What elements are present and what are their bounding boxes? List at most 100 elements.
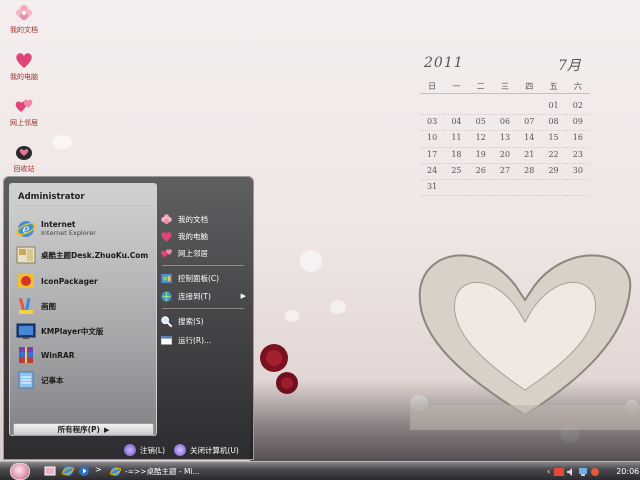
search-label: 搜索(S) [178, 316, 204, 326]
control-panel-item[interactable]: 控制面板(C) [160, 270, 248, 286]
quicklaunch-overflow-button[interactable]: > [95, 465, 102, 474]
place-my-documents[interactable]: 我的文档 [160, 211, 248, 227]
calendar-day [420, 99, 445, 116]
program-internet-explorer[interactable]: e Internet Internet Explorer [16, 217, 154, 241]
program-notepad[interactable]: 记事本 [16, 368, 154, 392]
calendar-day: 23 [565, 148, 590, 164]
iconpackager-icon [18, 274, 34, 288]
taskbar-task-button[interactable]: -=>>桌酷主题 - Mi... [110, 464, 210, 479]
calendar-day: 03 [420, 115, 445, 132]
calendar-day: 09 [565, 115, 590, 132]
input-method-icon[interactable] [554, 467, 565, 477]
network-icon[interactable] [578, 467, 588, 477]
security-icon[interactable] [590, 467, 600, 477]
start-button[interactable] [10, 463, 30, 480]
user-name: Administrator [18, 192, 85, 202]
pink-heart-icon [16, 53, 32, 68]
calendar-day [517, 180, 542, 197]
pink-flower-icon [16, 5, 32, 20]
desktop-icon-label: 我的电脑 [10, 73, 38, 81]
calendar-day [492, 180, 518, 197]
calendar-day: 10 [420, 131, 445, 148]
all-programs-label: 所有程序(P) [57, 425, 100, 434]
desktop-icon-label: 网上邻居 [10, 119, 38, 127]
calendar-week-row: 10 11 12 13 14 15 16 [420, 131, 590, 148]
connect-to-item[interactable]: 连接到(T) ▶ [160, 288, 248, 304]
calendar-day: 13 [492, 131, 518, 148]
desktop-icon-label: 我的文档 [10, 26, 38, 34]
weekday: 一 [452, 82, 461, 91]
all-programs-button[interactable]: 所有程序(P) ▶ [13, 423, 154, 436]
desktop-icon-network[interactable]: 网上邻居 [0, 96, 48, 128]
program-paint[interactable]: 画图 [16, 294, 154, 318]
calendar-day [444, 180, 469, 197]
start-menu: Administrator e Internet Internet Explor… [3, 176, 254, 460]
program-winrar[interactable]: WinRAR [16, 343, 154, 367]
place-my-computer[interactable]: 我的电脑 [160, 228, 248, 244]
calendar-day: 22 [541, 148, 566, 164]
pink-flower-icon [161, 213, 172, 224]
calendar-day [468, 180, 493, 197]
kmplayer-icon [16, 323, 36, 339]
internet-explorer-icon[interactable] [62, 465, 74, 477]
shutdown-button[interactable]: 关闭计算机(U) [174, 444, 239, 456]
calendar-day: 20 [492, 148, 518, 164]
desktop-icon-label: 回收站 [13, 165, 35, 173]
logoff-label: 注销(L) [140, 445, 166, 455]
calendar-day: 06 [492, 115, 518, 132]
program-name: 记事本 [41, 375, 64, 385]
calendar-day: 21 [517, 148, 542, 164]
start-menu-footer: 注销(L) 关闭计算机(U) [4, 439, 253, 459]
calendar-day [444, 99, 469, 116]
media-player-icon[interactable] [78, 465, 90, 477]
heart-book-image [410, 254, 640, 430]
rose-image [260, 344, 298, 394]
calendar-day [468, 99, 493, 116]
logoff-button[interactable]: 注销(L) [124, 444, 165, 456]
heart-bin-icon [16, 146, 32, 160]
calendar-day: 30 [565, 164, 590, 180]
program-zhuoku[interactable]: 桌酷主题Desk.ZhuoKu.Com [16, 243, 154, 267]
calendar-day: 27 [492, 164, 518, 180]
weekday: 五 [549, 82, 558, 91]
calendar-weekdays: 日 一 二 三 四 五 六 [420, 81, 590, 92]
place-label: 我的电脑 [178, 231, 208, 241]
chevron-right-icon: ▶ [240, 292, 246, 300]
pink-hearts-icon [161, 248, 172, 257]
place-network[interactable]: 网上邻居 [160, 245, 248, 261]
calendar-day: 07 [517, 115, 542, 132]
run-label: 运行(R)... [178, 335, 212, 345]
search-item[interactable]: 搜索(S) [160, 313, 248, 329]
calendar-day: 26 [468, 164, 493, 180]
program-iconpackager[interactable]: IconPackager [16, 269, 154, 293]
calendar-week-row: 17 18 19 20 21 22 23 [420, 148, 590, 164]
program-name: 画图 [41, 301, 56, 311]
place-label: 我的文档 [178, 214, 208, 224]
taskbar: > -=>>桌酷主题 - Mi... ‹ 20:06 [0, 461, 640, 480]
power-icon [174, 444, 186, 456]
search-icon [161, 315, 173, 327]
calendar-day: 14 [517, 131, 542, 148]
volume-icon[interactable] [566, 467, 576, 477]
desktop-icon-my-documents[interactable]: 我的文档 [0, 3, 48, 35]
run-item[interactable]: 运行(R)... [160, 332, 248, 348]
control-panel-icon [161, 273, 172, 283]
desktop-icon-recycle-bin[interactable]: 回收站 [0, 142, 48, 174]
program-name: IconPackager [41, 276, 98, 286]
pink-hearts-icon [15, 99, 33, 112]
desktop-icon-my-computer[interactable]: 我的电脑 [0, 50, 48, 82]
program-name: 桌酷主题Desk.ZhuoKu.Com [41, 250, 149, 260]
show-desktop-icon[interactable] [44, 465, 56, 477]
weekday: 三 [500, 82, 509, 91]
pink-heart-icon [161, 231, 172, 242]
weekday: 四 [525, 82, 534, 91]
calendar-day: 04 [444, 115, 469, 132]
calendar-week-row: 03 04 05 06 07 08 09 [420, 115, 590, 132]
calendar-day: 31 [420, 180, 445, 197]
program-kmplayer[interactable]: KMPlayer中文版 [16, 319, 154, 343]
program-name: Internet [41, 220, 76, 229]
notepad-icon [18, 371, 34, 389]
tray-expand-icon[interactable]: ‹ [547, 467, 550, 476]
winrar-icon [19, 347, 33, 363]
program-name: KMPlayer中文版 [41, 326, 104, 336]
